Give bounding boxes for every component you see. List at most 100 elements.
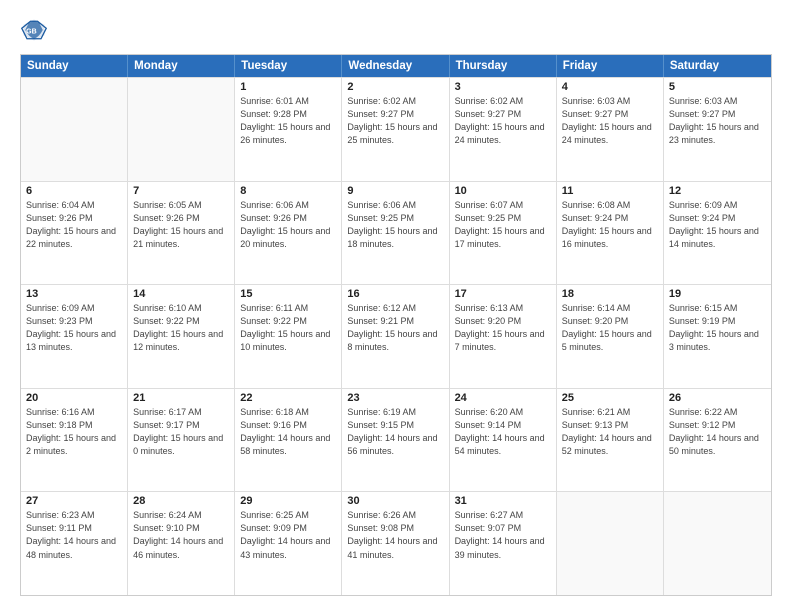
svg-text:GB: GB bbox=[26, 29, 37, 36]
cell-info-text: Sunrise: 6:09 AM Sunset: 9:24 PM Dayligh… bbox=[669, 199, 766, 251]
cell-date-number: 6 bbox=[26, 185, 122, 197]
cell-info-text: Sunrise: 6:05 AM Sunset: 9:26 PM Dayligh… bbox=[133, 199, 229, 251]
calendar: SundayMondayTuesdayWednesdayThursdayFrid… bbox=[20, 54, 772, 596]
cell-info-text: Sunrise: 6:10 AM Sunset: 9:22 PM Dayligh… bbox=[133, 302, 229, 354]
calendar-row-1: 1 Sunrise: 6:01 AM Sunset: 9:28 PM Daylig… bbox=[21, 77, 771, 181]
cell-info-text: Sunrise: 6:12 AM Sunset: 9:21 PM Dayligh… bbox=[347, 302, 443, 354]
cell-date-number: 17 bbox=[455, 288, 551, 300]
logo: GB bbox=[20, 16, 52, 44]
calendar-cell: 14Sunrise: 6:10 AM Sunset: 9:22 PM Dayli… bbox=[128, 285, 235, 388]
cell-info-text: Sunrise: 6:04 AM Sunset: 9:26 PM Dayligh… bbox=[26, 199, 122, 251]
cell-info-text: Sunrise: 6:26 AM Sunset: 9:08 PM Dayligh… bbox=[347, 509, 443, 561]
calendar-cell bbox=[557, 492, 664, 595]
page: GB SundayMondayTuesdayWednesdayThursdayF… bbox=[0, 0, 792, 612]
calendar-cell: 17 Sunrise: 6:13 AM Sunset: 9:20 PM Dayli… bbox=[450, 285, 557, 388]
calendar-cell: 10 Sunrise: 6:07 AM Sunset: 9:25 PM Dayli… bbox=[450, 182, 557, 285]
cell-date-number: 2 bbox=[347, 81, 443, 93]
calendar-cell bbox=[128, 78, 235, 181]
calendar-cell: 6 Sunrise: 6:04 AM Sunset: 9:26 PM Daylig… bbox=[21, 182, 128, 285]
cell-date-number: 7 bbox=[133, 185, 229, 197]
cell-date-number: 26 bbox=[669, 392, 766, 404]
cell-info-text: Sunrise: 6:06 AM Sunset: 9:25 PM Dayligh… bbox=[347, 199, 443, 251]
calendar-cell: 5 Sunrise: 6:03 AM Sunset: 9:27 PM Daylig… bbox=[664, 78, 771, 181]
header-day-friday: Friday bbox=[557, 55, 664, 77]
cell-date-number: 24 bbox=[455, 392, 551, 404]
calendar-cell: 2Sunrise: 6:02 AM Sunset: 9:27 PM Daylig… bbox=[342, 78, 449, 181]
header-day-thursday: Thursday bbox=[450, 55, 557, 77]
calendar-cell: 26 Sunrise: 6:22 AM Sunset: 9:12 PM Dayli… bbox=[664, 389, 771, 492]
calendar-cell: 4 Sunrise: 6:03 AM Sunset: 9:27 PM Daylig… bbox=[557, 78, 664, 181]
cell-info-text: Sunrise: 6:15 AM Sunset: 9:19 PM Dayligh… bbox=[669, 302, 766, 354]
cell-info-text: Sunrise: 6:27 AM Sunset: 9:07 PM Dayligh… bbox=[455, 509, 551, 561]
calendar-cell: 21 Sunrise: 6:17 AM Sunset: 9:17 PM Dayli… bbox=[128, 389, 235, 492]
calendar-row-5: 27Sunrise: 6:23 AM Sunset: 9:11 PM Dayli… bbox=[21, 491, 771, 595]
calendar-body: 1 Sunrise: 6:01 AM Sunset: 9:28 PM Daylig… bbox=[21, 77, 771, 595]
calendar-cell: 7 Sunrise: 6:05 AM Sunset: 9:26 PM Daylig… bbox=[128, 182, 235, 285]
cell-info-text: Sunrise: 6:20 AM Sunset: 9:14 PM Dayligh… bbox=[455, 406, 551, 458]
calendar-cell: 28 Sunrise: 6:24 AM Sunset: 9:10 PM Dayli… bbox=[128, 492, 235, 595]
cell-info-text: Sunrise: 6:02 AM Sunset: 9:27 PM Dayligh… bbox=[455, 95, 551, 147]
cell-info-text: Sunrise: 6:07 AM Sunset: 9:25 PM Dayligh… bbox=[455, 199, 551, 251]
calendar-cell bbox=[664, 492, 771, 595]
calendar-cell: 16 Sunrise: 6:12 AM Sunset: 9:21 PM Dayli… bbox=[342, 285, 449, 388]
calendar-cell: 31Sunrise: 6:27 AM Sunset: 9:07 PM Dayli… bbox=[450, 492, 557, 595]
cell-info-text: Sunrise: 6:17 AM Sunset: 9:17 PM Dayligh… bbox=[133, 406, 229, 458]
calendar-cell: 29Sunrise: 6:25 AM Sunset: 9:09 PM Dayli… bbox=[235, 492, 342, 595]
calendar-cell: 25Sunrise: 6:21 AM Sunset: 9:13 PM Dayli… bbox=[557, 389, 664, 492]
cell-info-text: Sunrise: 6:03 AM Sunset: 9:27 PM Dayligh… bbox=[562, 95, 658, 147]
calendar-cell: 24 Sunrise: 6:20 AM Sunset: 9:14 PM Dayli… bbox=[450, 389, 557, 492]
cell-info-text: Sunrise: 6:08 AM Sunset: 9:24 PM Dayligh… bbox=[562, 199, 658, 251]
cell-info-text: Sunrise: 6:03 AM Sunset: 9:27 PM Dayligh… bbox=[669, 95, 766, 147]
calendar-cell: 19 Sunrise: 6:15 AM Sunset: 9:19 PM Dayli… bbox=[664, 285, 771, 388]
cell-info-text: Sunrise: 6:19 AM Sunset: 9:15 PM Dayligh… bbox=[347, 406, 443, 458]
calendar-row-4: 20 Sunrise: 6:16 AM Sunset: 9:18 PM Dayli… bbox=[21, 388, 771, 492]
cell-info-text: Sunrise: 6:24 AM Sunset: 9:10 PM Dayligh… bbox=[133, 509, 229, 561]
calendar-cell: 20 Sunrise: 6:16 AM Sunset: 9:18 PM Dayli… bbox=[21, 389, 128, 492]
calendar-cell: 30 Sunrise: 6:26 AM Sunset: 9:08 PM Dayli… bbox=[342, 492, 449, 595]
header-day-wednesday: Wednesday bbox=[342, 55, 449, 77]
cell-date-number: 4 bbox=[562, 81, 658, 93]
cell-info-text: Sunrise: 6:09 AM Sunset: 9:23 PM Dayligh… bbox=[26, 302, 122, 354]
cell-date-number: 29 bbox=[240, 495, 336, 507]
cell-info-text: Sunrise: 6:13 AM Sunset: 9:20 PM Dayligh… bbox=[455, 302, 551, 354]
cell-date-number: 3 bbox=[455, 81, 551, 93]
calendar-cell: 13 Sunrise: 6:09 AM Sunset: 9:23 PM Dayli… bbox=[21, 285, 128, 388]
header-day-monday: Monday bbox=[128, 55, 235, 77]
cell-date-number: 13 bbox=[26, 288, 122, 300]
cell-info-text: Sunrise: 6:06 AM Sunset: 9:26 PM Dayligh… bbox=[240, 199, 336, 251]
cell-date-number: 30 bbox=[347, 495, 443, 507]
cell-info-text: Sunrise: 6:14 AM Sunset: 9:20 PM Dayligh… bbox=[562, 302, 658, 354]
calendar-cell: 8 Sunrise: 6:06 AM Sunset: 9:26 PM Daylig… bbox=[235, 182, 342, 285]
cell-date-number: 10 bbox=[455, 185, 551, 197]
cell-date-number: 21 bbox=[133, 392, 229, 404]
cell-date-number: 19 bbox=[669, 288, 766, 300]
header-day-saturday: Saturday bbox=[664, 55, 771, 77]
cell-info-text: Sunrise: 6:01 AM Sunset: 9:28 PM Dayligh… bbox=[240, 95, 336, 147]
cell-date-number: 9 bbox=[347, 185, 443, 197]
calendar-header: SundayMondayTuesdayWednesdayThursdayFrid… bbox=[21, 55, 771, 77]
calendar-row-3: 13 Sunrise: 6:09 AM Sunset: 9:23 PM Dayli… bbox=[21, 284, 771, 388]
header-day-sunday: Sunday bbox=[21, 55, 128, 77]
logo-icon: GB bbox=[20, 16, 48, 44]
cell-info-text: Sunrise: 6:16 AM Sunset: 9:18 PM Dayligh… bbox=[26, 406, 122, 458]
cell-date-number: 28 bbox=[133, 495, 229, 507]
cell-date-number: 20 bbox=[26, 392, 122, 404]
cell-info-text: Sunrise: 6:22 AM Sunset: 9:12 PM Dayligh… bbox=[669, 406, 766, 458]
calendar-cell: 18 Sunrise: 6:14 AM Sunset: 9:20 PM Dayli… bbox=[557, 285, 664, 388]
cell-date-number: 5 bbox=[669, 81, 766, 93]
calendar-cell: 22 Sunrise: 6:18 AM Sunset: 9:16 PM Dayli… bbox=[235, 389, 342, 492]
cell-info-text: Sunrise: 6:21 AM Sunset: 9:13 PM Dayligh… bbox=[562, 406, 658, 458]
cell-date-number: 23 bbox=[347, 392, 443, 404]
cell-date-number: 1 bbox=[240, 81, 336, 93]
cell-date-number: 22 bbox=[240, 392, 336, 404]
calendar-cell: 3 Sunrise: 6:02 AM Sunset: 9:27 PM Daylig… bbox=[450, 78, 557, 181]
cell-date-number: 18 bbox=[562, 288, 658, 300]
calendar-row-2: 6 Sunrise: 6:04 AM Sunset: 9:26 PM Daylig… bbox=[21, 181, 771, 285]
cell-info-text: Sunrise: 6:23 AM Sunset: 9:11 PM Dayligh… bbox=[26, 509, 122, 561]
cell-date-number: 8 bbox=[240, 185, 336, 197]
cell-date-number: 12 bbox=[669, 185, 766, 197]
cell-date-number: 16 bbox=[347, 288, 443, 300]
calendar-cell: 27Sunrise: 6:23 AM Sunset: 9:11 PM Dayli… bbox=[21, 492, 128, 595]
header-day-tuesday: Tuesday bbox=[235, 55, 342, 77]
cell-info-text: Sunrise: 6:18 AM Sunset: 9:16 PM Dayligh… bbox=[240, 406, 336, 458]
